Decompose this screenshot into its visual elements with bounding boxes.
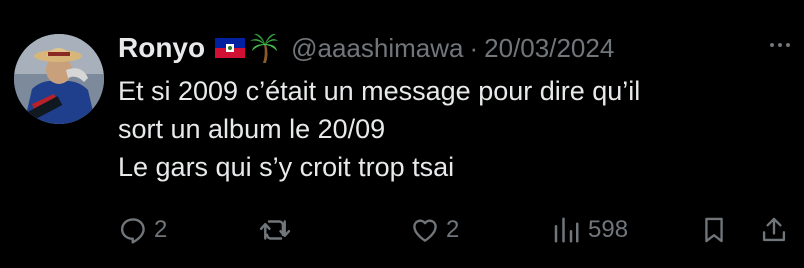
reply-icon: [120, 218, 145, 244]
author-handle[interactable]: @aaashimawa: [291, 33, 463, 64]
reply-count: 2: [154, 216, 168, 243]
tweet-actions: 2 2 598: [0, 210, 804, 250]
like-button[interactable]: 2: [410, 210, 459, 250]
tweet-text-line: sort un album le 20/09: [118, 114, 386, 144]
like-count: 2: [446, 216, 460, 243]
bar-chart-icon: [554, 217, 579, 243]
avatar-image: [14, 34, 104, 124]
heart-icon: [413, 219, 437, 242]
views-button[interactable]: 598: [550, 210, 628, 250]
tweet-header: Ronyo @aaashimawa · 20/03/2024: [118, 28, 614, 68]
reply-button[interactable]: 2: [118, 210, 167, 250]
views-count: 598: [588, 216, 629, 243]
bookmark-icon: [705, 217, 723, 243]
share-icon: [762, 217, 786, 242]
bookmark-button[interactable]: [700, 210, 728, 250]
haiti-flag-icon: [215, 38, 246, 58]
avatar[interactable]: [14, 34, 104, 124]
tweet-date[interactable]: 20/03/2024: [484, 33, 614, 64]
header-separator: ·: [469, 32, 479, 63]
more-options-icon[interactable]: [763, 35, 797, 55]
tweet-text: Et si 2009 c’était un message pour dire …: [118, 72, 788, 186]
share-button[interactable]: [760, 210, 788, 250]
palm-tree-icon: [249, 32, 279, 64]
tweet-text-line: Et si 2009 c’était un message pour dire …: [118, 76, 641, 106]
retweet-button[interactable]: [258, 210, 298, 250]
tweet-text-line: Le gars qui s’y croit trop tsai: [118, 152, 455, 182]
retweet-icon: [259, 220, 291, 240]
author-name[interactable]: Ronyo: [118, 32, 205, 64]
